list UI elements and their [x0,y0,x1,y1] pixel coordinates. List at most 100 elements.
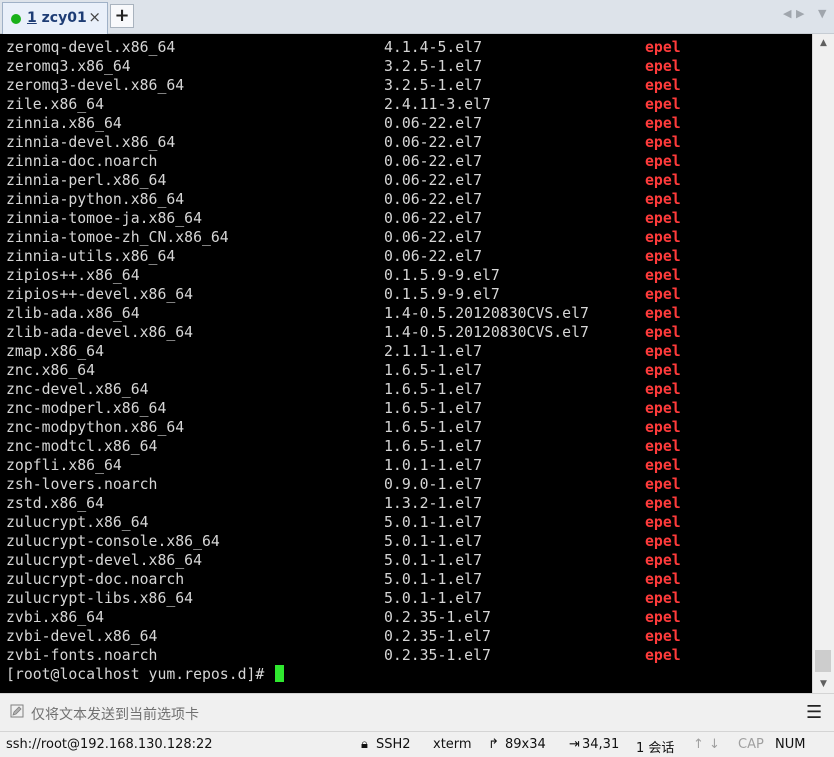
package-repo: epel [645,647,681,664]
package-version: 0.2.35-1.el7 [384,628,491,645]
package-version: 1.6.5-1.el7 [384,438,482,455]
package-name: zipios++-devel.x86_64 [6,286,194,303]
arrow-up-icon: ↑ [693,737,704,752]
num-lock-indicator: NUM [775,737,806,752]
package-name: zinnia-devel.x86_64 [6,134,176,151]
package-repo: epel [645,267,681,284]
package-name: zile.x86_64 [6,96,104,113]
tab-title: zcy01 [41,10,87,26]
tab-bar: 1 zcy01 × + ◀ ▶ ▼ [0,0,834,34]
package-repo: epel [645,248,681,265]
arrow-up-icon[interactable]: ▲ [813,34,834,52]
package-name: zulucrypt-devel.x86_64 [6,552,202,569]
send-text-input[interactable]: 仅将文本发送到当前选项卡 [31,704,199,724]
package-name: znc-modtcl.x86_64 [6,438,158,455]
package-repo: epel [645,191,681,208]
package-version: 0.9.0-1.el7 [384,476,482,493]
terminal-screen[interactable]: zeromq-devel.x86_64 4.1.4-5.el7 epel zeromq… [0,34,812,693]
add-tab-button[interactable]: + [110,4,134,28]
terminal-scrollbar[interactable]: ▲ ▼ [812,34,834,693]
package-version: 5.0.1-1.el7 [384,514,482,531]
status-bar: ssh://root@192.168.130.128:22 🔒︎ SSH2 xt… [0,731,834,757]
package-name: zlib-ada.x86_64 [6,305,140,322]
terminal-cursor [275,665,285,682]
package-repo: epel [645,305,681,322]
tab-label: 1 zcy01 [27,10,87,26]
package-repo: epel [645,533,681,550]
resize-icon: ↱ [488,737,499,752]
tab-session[interactable]: 1 zcy01 × [2,2,108,34]
package-version: 3.2.5-1.el7 [384,58,482,75]
arrow-down-icon[interactable]: ▼ [813,675,834,693]
package-name: zopfli.x86_64 [6,457,122,474]
pencil-icon [10,704,24,718]
shell-prompt[interactable]: [root@localhost yum.repos.d]# [6,665,285,684]
package-version: 0.06-22.el7 [384,210,482,227]
package-name: zvbi-devel.x86_64 [6,628,158,645]
protocol-label: SSH2 [376,737,411,752]
package-version: 0.1.5.9-9.el7 [384,286,500,303]
tab-number: 1 [27,10,37,26]
package-name: zinnia.x86_64 [6,115,122,132]
terminal-size: 89x34 [505,737,546,752]
package-name: zipios++.x86_64 [6,267,140,284]
package-name: zulucrypt.x86_64 [6,514,149,531]
package-version: 1.0.1-1.el7 [384,457,482,474]
package-version: 2.4.11-3.el7 [384,96,491,113]
tab-scroll-right-icon[interactable]: ▶ [796,7,804,20]
package-repo: epel [645,476,681,493]
terminal-type: xterm [433,737,472,752]
package-name: zsh-lovers.noarch [6,476,158,493]
package-repo: epel [645,457,681,474]
package-repo: epel [645,343,681,360]
lock-icon: 🔒︎ [361,737,368,752]
package-name: zeromq3.x86_64 [6,58,131,75]
menu-icon[interactable]: ☰ [806,702,822,723]
scrollbar-thumb[interactable] [815,650,831,672]
session-count: 1 会话 [636,741,675,756]
package-repo: epel [645,495,681,512]
package-name: zvbi-fonts.noarch [6,647,158,664]
package-version: 0.06-22.el7 [384,153,482,170]
package-repo: epel [645,286,681,303]
package-version: 1.6.5-1.el7 [384,381,482,398]
package-name: zeromq-devel.x86_64 [6,39,176,56]
package-version: 0.06-22.el7 [384,191,482,208]
package-version: 0.06-22.el7 [384,134,482,151]
package-name: zinnia-python.x86_64 [6,191,185,208]
close-icon[interactable]: × [88,8,101,26]
package-version: 5.0.1-1.el7 [384,571,482,588]
package-repo: epel [645,571,681,588]
package-name: zinnia-tomoe-ja.x86_64 [6,210,202,227]
package-version: 0.06-22.el7 [384,248,482,265]
package-version: 0.1.5.9-9.el7 [384,267,500,284]
package-version: 0.2.35-1.el7 [384,647,491,664]
tab-scroll-left-icon[interactable]: ◀ [783,7,791,20]
package-repo: epel [645,381,681,398]
package-version: 3.2.5-1.el7 [384,77,482,94]
package-name: zmap.x86_64 [6,343,104,360]
package-repo: epel [645,96,681,113]
package-repo: epel [645,400,681,417]
package-name: znc-modperl.x86_64 [6,400,167,417]
connection-address: ssh://root@192.168.130.128:22 [6,737,213,752]
package-repo: epel [645,58,681,75]
tab-list-icon[interactable]: ▼ [818,7,826,20]
package-version: 0.06-22.el7 [384,115,482,132]
package-name: znc-devel.x86_64 [6,381,149,398]
package-name: zstd.x86_64 [6,495,104,512]
package-name: zlib-ada-devel.x86_64 [6,324,194,341]
caps-lock-indicator: CAP [738,737,764,752]
package-repo: epel [645,134,681,151]
package-name: znc-modpython.x86_64 [6,419,185,436]
package-name: zulucrypt-console.x86_64 [6,533,220,550]
package-version: 1.6.5-1.el7 [384,419,482,436]
cursor-position: 34,31 [582,737,620,752]
package-repo: epel [645,590,681,607]
package-repo: epel [645,362,681,379]
package-repo: epel [645,324,681,341]
package-name: znc.x86_64 [6,362,96,379]
package-version: 0.06-22.el7 [384,172,482,189]
package-version: 5.0.1-1.el7 [384,552,482,569]
package-version: 0.06-22.el7 [384,229,482,246]
